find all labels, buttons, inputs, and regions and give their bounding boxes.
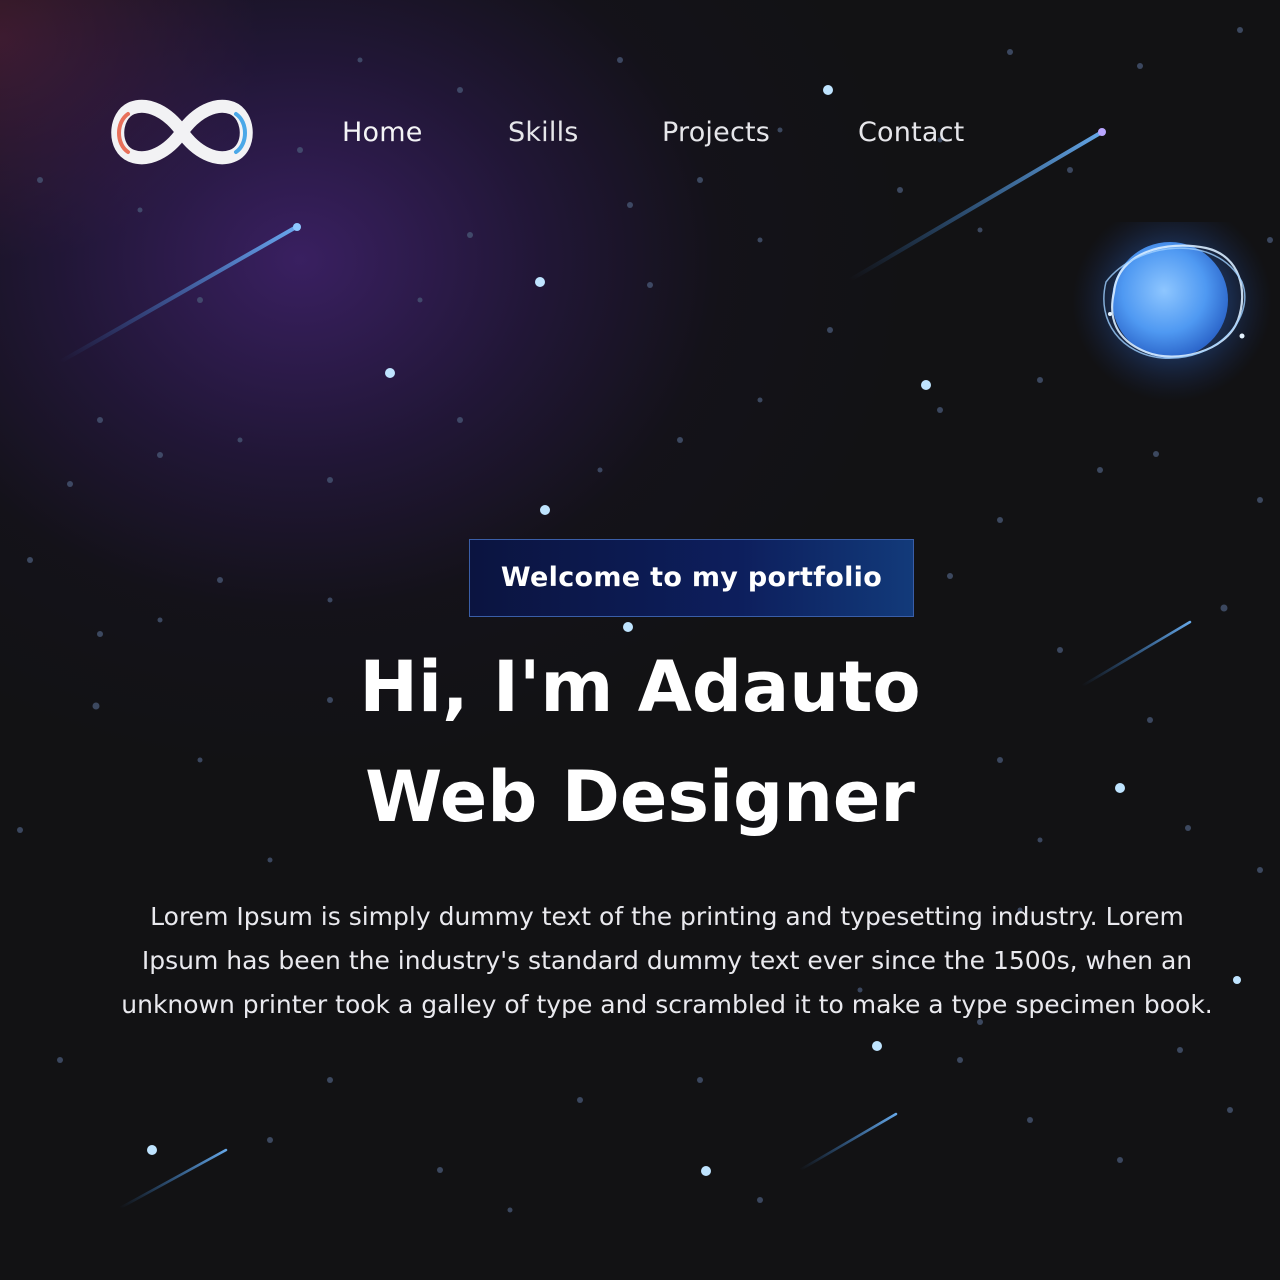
hero-title: Hi, I'm Adauto Web Designer xyxy=(0,632,1280,852)
glowing-planet-icon xyxy=(1072,222,1272,402)
nav-link-contact[interactable]: Contact xyxy=(858,108,964,158)
nav-link-home[interactable]: Home xyxy=(342,108,423,158)
shooting-star-icon xyxy=(58,223,301,364)
nav-link-skills[interactable]: Skills xyxy=(508,108,579,158)
main-navigation: Home Skills Projects Contact xyxy=(0,108,1280,158)
hero-title-name: Hi, I'm Adauto xyxy=(359,646,921,728)
hero-title-role: Web Designer xyxy=(365,756,915,838)
welcome-badge: Welcome to my portfolio xyxy=(469,539,914,617)
hero-description: Lorem Ipsum is simply dummy text of the … xyxy=(121,902,1213,1019)
shooting-star-icon xyxy=(798,1112,898,1172)
star-dot-icon xyxy=(17,27,1273,1213)
nav-link-projects[interactable]: Projects xyxy=(662,108,770,158)
portfolio-page: Home Skills Projects Contact Welcome to … xyxy=(0,0,1280,1280)
shooting-star-icon xyxy=(118,1148,228,1210)
